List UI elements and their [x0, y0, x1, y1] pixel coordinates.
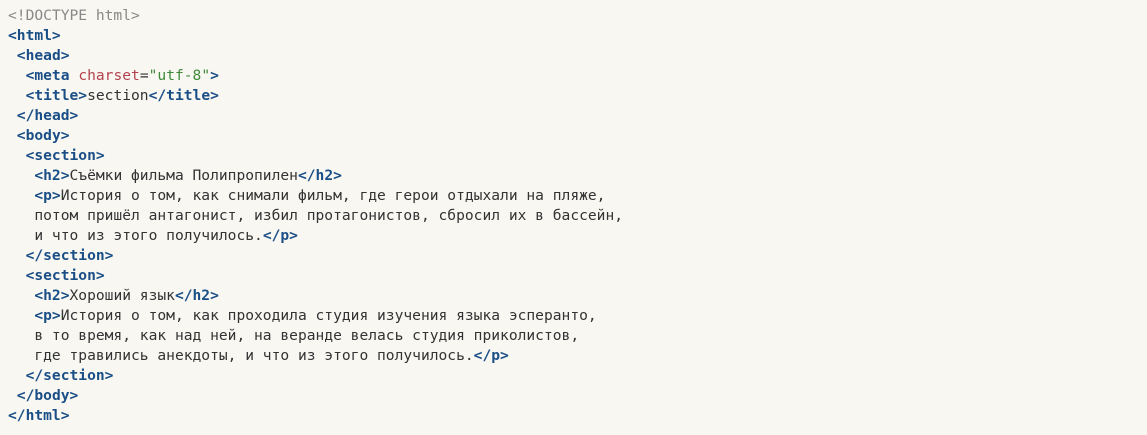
section-open-tag: <section>	[25, 267, 105, 284]
code-line-section-close: </section>	[8, 246, 623, 266]
code-block: <!DOCTYPE html> <html> <head> <meta chars…	[8, 6, 623, 426]
p-text-line: История о том, как снимали фильм, где ге…	[60, 187, 606, 204]
charset-attribute: charset	[78, 67, 140, 84]
p-text-line: потом пришёл антагонист, избил протагони…	[34, 207, 624, 224]
code-line-p-close: и что из этого получилось.</p>	[8, 226, 623, 246]
title-close-tag: </title>	[148, 87, 219, 104]
code-line-p-open: <p>История о том, как проходила студия и…	[8, 306, 623, 326]
code-line-p-text: в то время, как над ней, на веранде вела…	[8, 326, 623, 346]
code-line-h2: <h2>Съёмки фильма Полипропилен</h2>	[8, 166, 623, 186]
doctype-declaration: <!DOCTYPE html>	[8, 7, 140, 24]
code-line-body-open: <body>	[8, 126, 623, 146]
code-line-p-open: <p>История о том, как снимали фильм, где…	[8, 186, 623, 206]
p-open-tag: <p>	[34, 307, 61, 324]
section-close-tag: </section>	[25, 367, 114, 384]
meta-open-tag: <meta	[25, 67, 70, 84]
code-line-doctype: <!DOCTYPE html>	[8, 6, 623, 26]
p-open-tag: <p>	[34, 187, 61, 204]
p-text-line: в то время, как над ней, на веранде вела…	[34, 327, 580, 344]
code-line-meta: <meta charset="utf-8">	[8, 66, 623, 86]
code-line-title: <title>section</title>	[8, 86, 623, 106]
body-close-tag: </body>	[16, 387, 79, 404]
p-close-tag: </p>	[262, 227, 298, 244]
title-open-tag: <title>	[25, 87, 88, 104]
html-open-tag: <html>	[8, 27, 61, 44]
code-line-section-open: <section>	[8, 266, 623, 286]
code-line-body-close: </body>	[8, 386, 623, 406]
h2-text: Съёмки фильма Полипропилен	[69, 167, 298, 184]
code-line-head-close: </head>	[8, 106, 623, 126]
section-open-tag: <section>	[25, 147, 105, 164]
html-close-tag: </html>	[8, 407, 70, 424]
equals-sign: =	[139, 67, 149, 84]
code-line-html-open: <html>	[8, 26, 623, 46]
code-line-p-text: потом пришёл антагонист, избил протагони…	[8, 206, 623, 226]
code-line-html-close: </html>	[8, 406, 623, 426]
p-text-line: История о том, как проходила студия изуч…	[60, 307, 597, 324]
p-text-line: где травились анекдоты, и что из этого п…	[34, 347, 474, 364]
code-line-section-open: <section>	[8, 146, 623, 166]
h2-close-tag: </h2>	[174, 287, 219, 304]
code-line-section-close: </section>	[8, 366, 623, 386]
head-open-tag: <head>	[16, 47, 70, 64]
code-line-h2: <h2>Хороший язык</h2>	[8, 286, 623, 306]
h2-open-tag: <h2>	[34, 167, 70, 184]
p-close-tag: </p>	[473, 347, 509, 364]
h2-text: Хороший язык	[69, 287, 175, 304]
code-line-head-open: <head>	[8, 46, 623, 66]
p-text-line: и что из этого получилось.	[34, 227, 263, 244]
title-text: section	[87, 87, 149, 104]
section-close-tag: </section>	[25, 247, 114, 264]
charset-value: "utf-8"	[148, 67, 211, 84]
code-line-p-close: где травились анекдоты, и что из этого п…	[8, 346, 623, 366]
body-open-tag: <body>	[16, 127, 70, 144]
meta-close-bracket: >	[210, 67, 219, 84]
head-close-tag: </head>	[16, 107, 79, 124]
h2-open-tag: <h2>	[34, 287, 70, 304]
h2-close-tag: </h2>	[297, 167, 342, 184]
